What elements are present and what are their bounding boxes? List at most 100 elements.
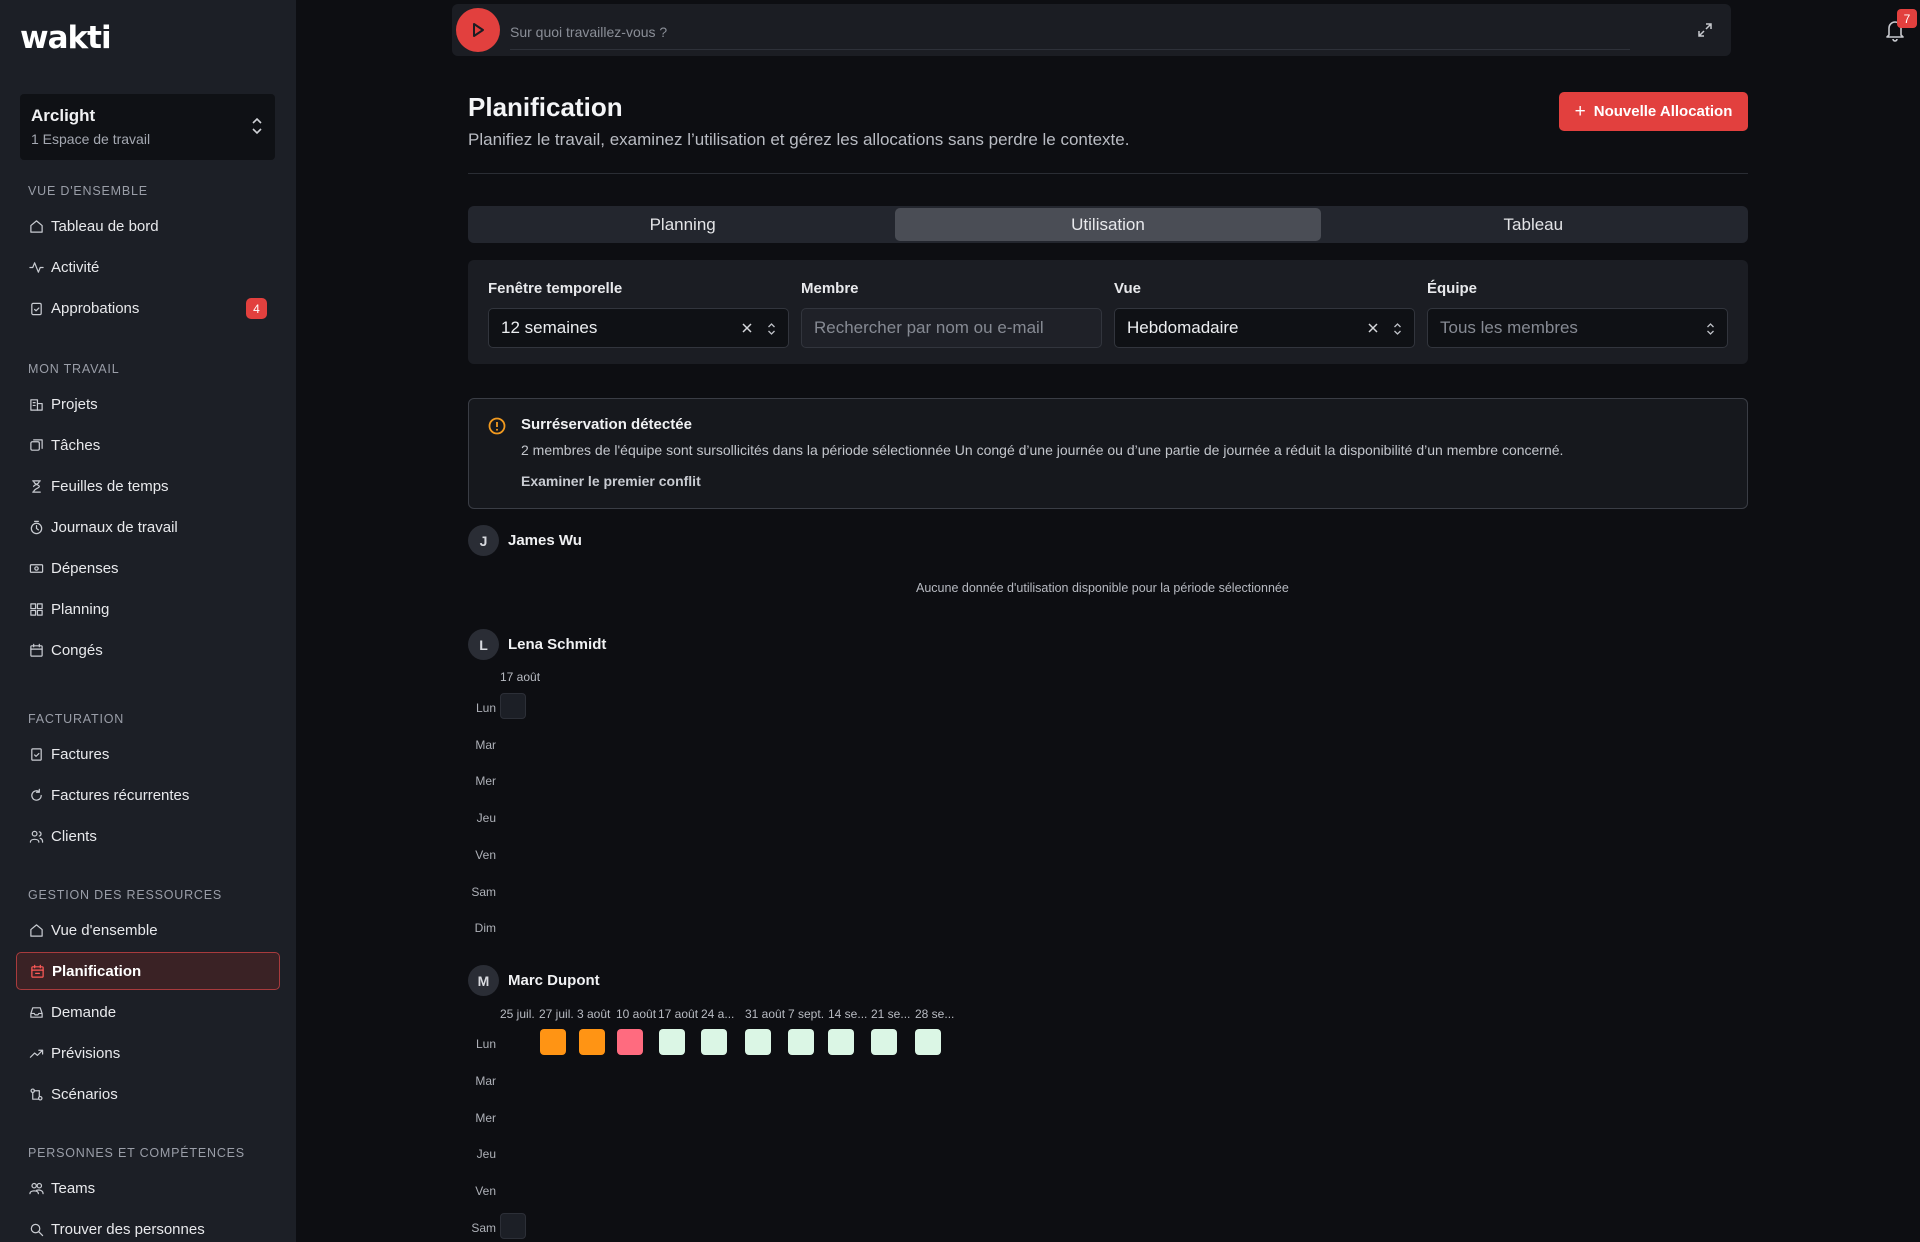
tab-utilisation[interactable]: Utilisation (895, 208, 1321, 241)
view-filter: Vue Hebdomadaire (1114, 280, 1415, 348)
week-label: 27 juil. (539, 1007, 574, 1021)
heatmap-cell[interactable] (579, 1029, 605, 1055)
sidebar-item-conges[interactable]: Congés (16, 631, 280, 669)
nav-badge: 4 (246, 298, 267, 319)
expand-icon[interactable] (1697, 22, 1713, 38)
sidebar-item-tableau-de-bord[interactable]: Tableau de bord (16, 207, 280, 245)
heatmap-cell[interactable] (745, 1029, 771, 1055)
member-name[interactable]: Marc Dupont (508, 972, 600, 989)
heatmap-cell[interactable] (828, 1029, 854, 1055)
sidebar-item-planification[interactable]: Planification (16, 952, 280, 990)
sidebar-item-label: Approbations (51, 299, 140, 317)
clear-icon[interactable] (1366, 321, 1380, 335)
sidebar-item-trouver-des-personnes[interactable]: Trouver des personnes (16, 1210, 280, 1242)
workspace-switcher[interactable]: Arclight 1 Espace de travail (20, 94, 275, 160)
heatmap-cell[interactable] (915, 1029, 941, 1055)
building-icon (30, 398, 43, 411)
page-subtitle: Planifiez le travail, examinez l’utilisa… (468, 130, 1130, 149)
clipboard-check-icon (31, 302, 42, 315)
week-label: 28 se... (915, 1007, 955, 1021)
day-label: Lun (475, 1037, 496, 1051)
sidebar-item-label: Tableau de bord (51, 217, 159, 235)
tab-tableau[interactable]: Tableau (1321, 208, 1746, 241)
sidebar-item-journaux-de-travail[interactable]: Journaux de travail (16, 508, 280, 546)
home-icon (30, 923, 43, 937)
heatmap-cell[interactable] (500, 1213, 526, 1239)
sidebar-item-label: Congés (51, 641, 103, 659)
member-name[interactable]: James Wu (508, 532, 582, 549)
sidebar-item-taches[interactable]: Tâches (16, 426, 280, 464)
heatmap-cell[interactable] (871, 1029, 897, 1055)
alert-title: Surréservation détectée (521, 416, 692, 433)
tab-planning[interactable]: Planning (470, 208, 895, 241)
banknote-icon (29, 563, 44, 573)
sidebar-item-scenarios[interactable]: Scénarios (16, 1075, 280, 1113)
time-window-select[interactable]: 12 semaines (488, 308, 789, 348)
sidebar-item-factures[interactable]: Factures (16, 735, 280, 773)
team-select[interactable]: Tous les membres (1427, 308, 1728, 348)
filters-panel: Fenêtre temporelle 12 semaines Membre Re… (468, 260, 1748, 364)
member-name[interactable]: Lena Schmidt (508, 636, 606, 653)
clock-icon (30, 520, 43, 534)
view-value: Hebdomadaire (1127, 318, 1239, 337)
sidebar-item-activite[interactable]: Activité (16, 248, 280, 286)
sidebar-item-teams[interactable]: Teams (16, 1169, 280, 1207)
heatmap-cell[interactable] (701, 1029, 727, 1055)
plus-icon: + (1574, 100, 1586, 122)
nav-section: GESTION DES RESSOURCES Vue d'ensemble Plan… (0, 888, 296, 1113)
nav-section-heading: MON TRAVAIL (28, 362, 120, 376)
sidebar-item-depenses[interactable]: Dépenses (16, 549, 280, 587)
time-window-filter: Fenêtre temporelle 12 semaines (488, 280, 789, 348)
start-timer-button[interactable] (456, 8, 500, 52)
view-select[interactable]: Hebdomadaire (1114, 308, 1415, 348)
warning-circle-icon (488, 417, 506, 435)
member-label: Membre (801, 280, 859, 297)
time-window-value: 12 semaines (501, 318, 598, 337)
heatmap-cell[interactable] (659, 1029, 685, 1055)
inbox-icon (30, 1006, 43, 1018)
refresh-icon (31, 788, 42, 801)
review-conflict-link[interactable]: Examiner le premier conflit (521, 473, 701, 489)
member-search-input[interactable]: Rechercher par nom ou e-mail (801, 308, 1102, 348)
heatmap-cell[interactable] (788, 1029, 814, 1055)
sidebar-item-planning[interactable]: Planning (16, 590, 280, 628)
time-tracker-bar (452, 4, 1731, 56)
alert-description: 2 membres de l'équipe sont sursollicités… (521, 442, 1564, 458)
sidebar-item-demande[interactable]: Demande (16, 993, 280, 1031)
nav-section: FACTURATION Factures Factures récurrentes C… (0, 712, 296, 855)
page-title: Planification (468, 92, 623, 122)
week-label: 25 juil. (500, 1007, 535, 1021)
nav-section-heading: GESTION DES RESSOURCES (28, 888, 223, 902)
sidebar-item-factures-recurrentes[interactable]: Factures récurrentes (16, 776, 280, 814)
calendar-plan-icon (31, 964, 44, 978)
sidebar-item-vue-d-ensemble[interactable]: Vue d'ensemble (16, 911, 280, 949)
play-icon (473, 23, 484, 37)
grid-icon (30, 602, 43, 616)
sidebar-item-label: Factures (51, 745, 110, 763)
new-allocation-button[interactable]: + Nouvelle Allocation (1559, 92, 1748, 131)
heatmap-cell[interactable] (500, 693, 526, 719)
view-tabs: Planning Utilisation Tableau (468, 206, 1748, 243)
week-label: 3 août (577, 1007, 611, 1021)
sidebar-item-clients[interactable]: Clients (16, 817, 280, 855)
day-label: Mar (475, 1073, 496, 1088)
sidebar-item-previsions[interactable]: Prévisions (16, 1034, 280, 1072)
heatmap-cell[interactable] (617, 1029, 643, 1055)
notification-count-badge: 7 (1897, 9, 1917, 28)
app-logo[interactable]: wakti (20, 20, 112, 56)
task-description-input[interactable] (510, 14, 1630, 50)
nav-section-heading: FACTURATION (28, 712, 125, 726)
team-placeholder: Tous les membres (1440, 318, 1578, 337)
sidebar-item-projets[interactable]: Projets (16, 385, 280, 423)
sidebar-item-approbations[interactable]: Approbations 4 (16, 289, 280, 327)
clear-icon[interactable] (740, 321, 754, 335)
week-label: 7 sept. (788, 1007, 825, 1021)
week-label: 31 août (745, 1007, 786, 1021)
sidebar: wakti Arclight 1 Espace de travail VUE D… (0, 0, 296, 1242)
day-label: Sam (471, 884, 496, 899)
day-label: Sam (471, 1221, 496, 1235)
sidebar-item-feuilles-de-temps[interactable]: Feuilles de temps (16, 467, 280, 505)
activity-icon (29, 261, 44, 273)
team-filter: Équipe Tous les membres (1427, 280, 1728, 348)
heatmap-cell[interactable] (540, 1029, 566, 1055)
